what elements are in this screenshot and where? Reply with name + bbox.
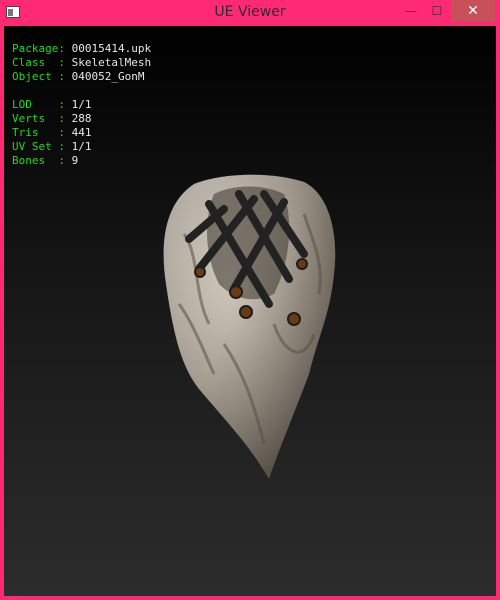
- info-object: Object : 040052_GonM: [12, 70, 145, 83]
- info-lod: LOD : 1/1: [12, 98, 92, 111]
- app-window: UE Viewer — ☐ ✕ Package: 00015414.upk Cl…: [0, 0, 500, 600]
- 3d-viewport[interactable]: Package: 00015414.upk Class : SkeletalMe…: [4, 26, 496, 596]
- close-button[interactable]: ✕: [451, 0, 495, 22]
- info-bones: Bones : 9: [12, 154, 79, 167]
- title-bar[interactable]: UE Viewer — ☐ ✕: [0, 0, 500, 26]
- skeletal-mesh-model[interactable]: [154, 174, 354, 484]
- maximize-button[interactable]: ☐: [424, 0, 450, 22]
- info-tris: Tris : 441: [12, 126, 92, 139]
- info-class: Class : SkeletalMesh: [12, 56, 152, 69]
- info-package: Package: 00015414.upk: [12, 42, 152, 55]
- minimize-button[interactable]: —: [398, 0, 424, 22]
- info-uvset: UV Set : 1/1: [12, 140, 92, 153]
- info-verts: Verts : 288: [12, 112, 92, 125]
